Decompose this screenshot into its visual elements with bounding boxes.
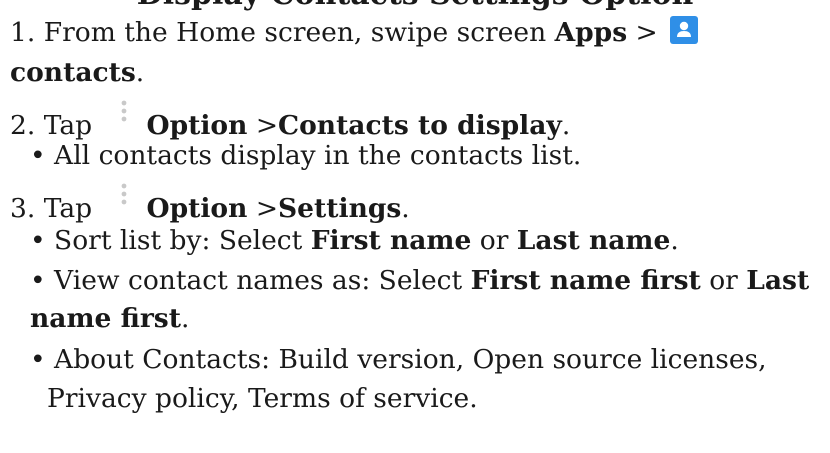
step-3-separator: > <box>247 193 279 224</box>
sort-list-bullet: • Sort list by: Select First name or Las… <box>30 222 679 260</box>
step-1-continued: contacts. <box>10 54 144 92</box>
step-3-period: . <box>401 193 410 224</box>
first-name-first-option: First name first <box>470 265 701 296</box>
or-text: or <box>471 225 517 256</box>
view-names-bullet: • View contact names as: Select First na… <box>30 262 809 300</box>
settings-label: Settings <box>278 193 402 224</box>
first-name-option: First name <box>310 225 472 256</box>
step-1-period: . <box>135 57 145 88</box>
contacts-app-icon <box>670 16 699 44</box>
sort-text: • Sort list by: Select <box>30 225 311 256</box>
section-title: Display Contacts Settings Option <box>0 0 830 14</box>
last-name-first-option-part1: Last <box>746 265 810 296</box>
about-contacts-bullet: • About Contacts: Build version, Open so… <box>30 344 767 375</box>
contacts-label: contacts <box>10 57 136 88</box>
view-names-bullet-continued: name first. <box>30 300 189 338</box>
apps-label: Apps <box>554 17 628 48</box>
view-text: • View contact names as: Select <box>30 265 471 296</box>
option-label: Option <box>146 193 248 224</box>
more-options-icon <box>109 98 139 128</box>
step-3-text: 3. Tap <box>10 193 101 224</box>
step-1-text: 1. From the Home screen, swipe screen <box>10 17 555 48</box>
or-text: or <box>700 265 747 296</box>
more-options-icon <box>109 181 139 211</box>
step-3: 3. Tap Option >Settings. <box>10 181 410 228</box>
period: . <box>180 303 190 334</box>
step-2-bullet: • All contacts display in the contacts l… <box>30 140 582 171</box>
about-contacts-bullet-continued: Privacy policy, Terms of service. <box>47 383 478 414</box>
last-name-first-option-part2: name first <box>30 303 181 334</box>
last-name-option: Last name <box>516 225 671 256</box>
document-page: Display Contacts Settings Option 1. From… <box>0 0 830 453</box>
step-1-separator: > <box>627 17 667 48</box>
step-1: 1. From the Home screen, swipe screen Ap… <box>10 14 699 52</box>
period: . <box>670 225 679 256</box>
